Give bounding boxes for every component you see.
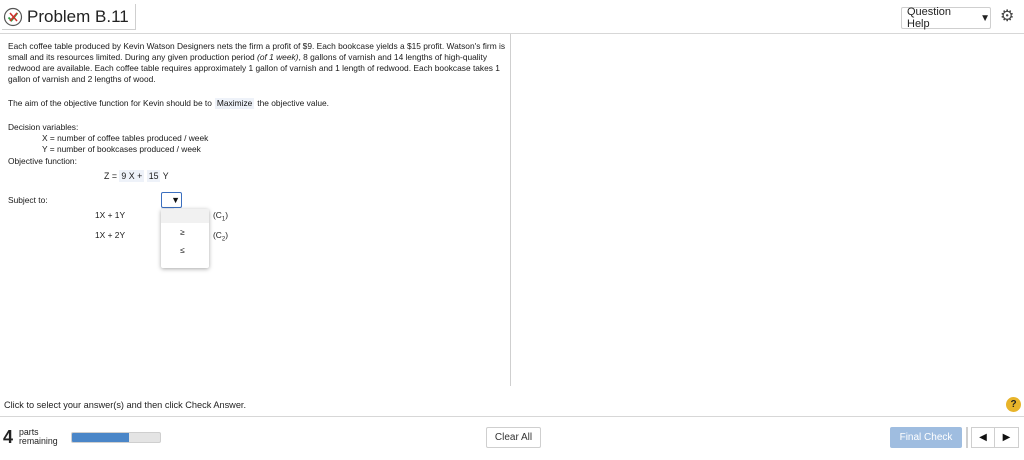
progress-bar-fill <box>72 433 130 442</box>
constraint-1-tag-pre: (C <box>213 210 222 220</box>
footer-bar: 4 parts remaining Clear All Final Check … <box>0 416 1024 460</box>
decision-variables-heading: Decision variables: <box>8 122 79 132</box>
caret-down-icon: ▼ <box>171 195 180 205</box>
aim-answer-select[interactable]: Maximize <box>214 98 255 109</box>
decision-variable-y: Y = number of bookcases produced / week <box>42 144 201 154</box>
problem-title-box: Problem B.11 <box>2 4 136 30</box>
constraint-2-tag-post: ) <box>225 230 228 240</box>
constraint-2-tag-pre: (C <box>213 230 222 240</box>
partial-credit-icon <box>3 7 23 26</box>
constraint-2-tag: (C2) <box>213 230 228 243</box>
objective-function-heading: Objective function: <box>8 156 77 166</box>
parts-remaining-label: parts remaining <box>19 428 58 446</box>
aim-after: the objective value. <box>257 98 329 108</box>
x-coefficient-value: 9 <box>121 171 127 181</box>
remaining-word: remaining <box>19 436 58 446</box>
constraint-2-sign-select[interactable]: ▼ <box>161 192 182 208</box>
gear-icon[interactable]: ⚙ <box>1000 9 1014 25</box>
parts-remaining-count: 4 <box>3 427 14 447</box>
instruction-text: Click to select your answer(s) and then … <box>4 400 247 410</box>
y-variable: Y <box>162 171 169 181</box>
caret-down-icon: ▼ <box>980 12 990 24</box>
aim-sentence: The aim of the objective function for Ke… <box>8 98 329 109</box>
problem-statement: Each coffee table produced by Kevin Wats… <box>8 41 508 85</box>
aim-before: The aim of the objective function for Ke… <box>8 98 212 108</box>
problem-text-italic: (of 1 week) <box>257 51 299 62</box>
next-question-button[interactable]: ▶ <box>995 427 1019 448</box>
progress-bar <box>71 432 161 443</box>
z-label: Z = <box>104 171 117 181</box>
constraint-1-lhs: 1X + 1Y <box>95 210 126 220</box>
previous-question-button[interactable]: ◀ <box>971 427 995 448</box>
x-coefficient-input[interactable]: 9 X + <box>119 170 145 182</box>
dropdown-blank-option[interactable] <box>161 209 209 223</box>
y-coefficient-input[interactable]: 15 <box>146 170 161 182</box>
help-question-icon[interactable]: ? <box>1006 397 1021 412</box>
question-help-label: Question Help <box>907 6 952 30</box>
objective-equation: Z = 9 X + 15 Y <box>104 170 169 182</box>
clear-all-button[interactable]: Clear All <box>486 427 541 448</box>
constraint-1-tag-post: ) <box>225 210 228 220</box>
x-variable: X + <box>128 171 143 181</box>
question-panel: Each coffee table produced by Kevin Wats… <box>0 34 511 386</box>
header-bar: Problem B.11 Question Help ▼ ⚙ <box>0 0 1024 34</box>
nav-divider <box>966 427 968 448</box>
constraint-2-lhs: 1X + 2Y <box>95 230 126 240</box>
dropdown-option-geq[interactable]: ≥ <box>161 223 209 241</box>
question-help-button[interactable]: Question Help ▼ <box>901 6 991 30</box>
dropdown-option-leq[interactable]: ≤ <box>161 241 209 259</box>
constraint-1-tag: (C1) <box>213 210 228 223</box>
sign-dropdown-menu: ≥ ≤ <box>161 209 209 268</box>
page-title: Problem B.11 <box>27 6 129 26</box>
decision-variable-x: X = number of coffee tables produced / w… <box>42 133 209 143</box>
final-check-button[interactable]: Final Check <box>890 427 962 448</box>
subject-to-heading: Subject to: <box>8 195 48 205</box>
